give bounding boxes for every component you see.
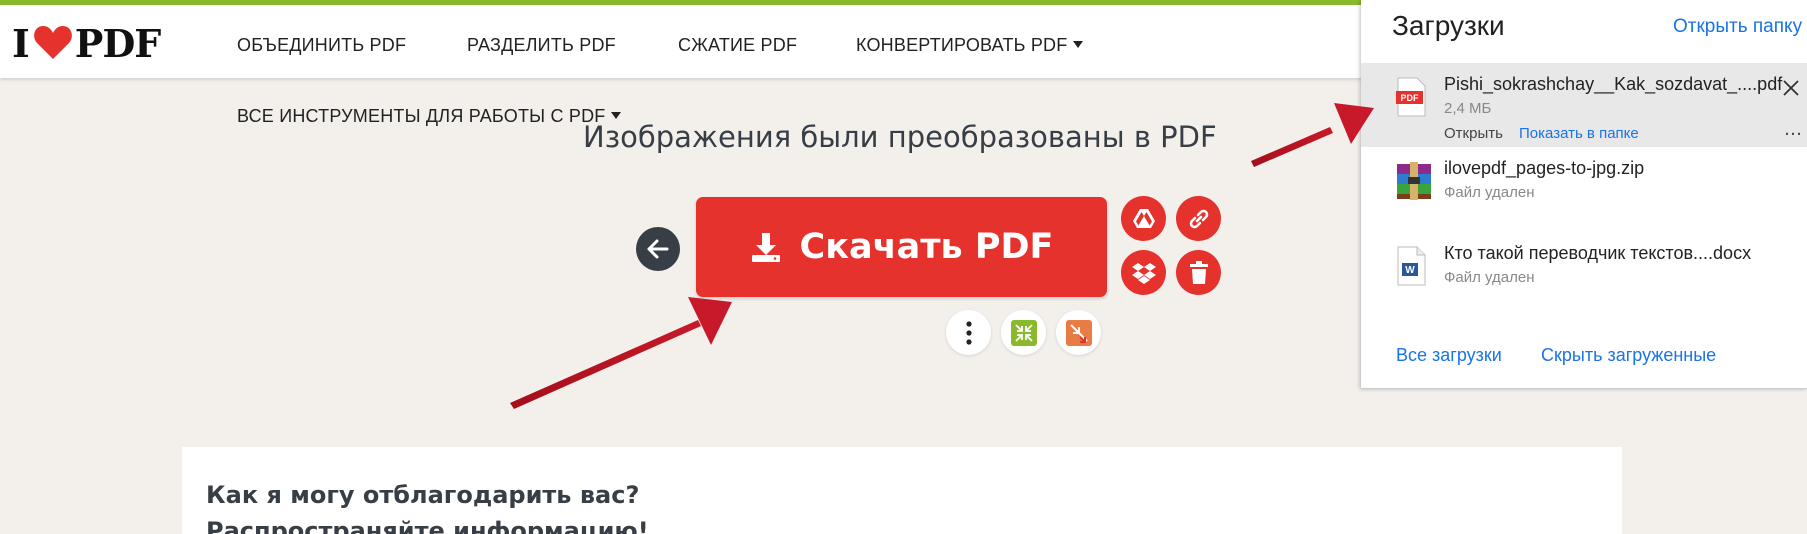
all-downloads-link[interactable]: Все загрузки [1396, 345, 1502, 366]
download-file-name: ilovepdf_pages-to-jpg.zip [1444, 158, 1645, 178]
convert-icon [1065, 319, 1092, 346]
download-file-name: Pishi_sokrashchay__Kak_sozdavat_....pdf [1444, 74, 1783, 94]
close-icon[interactable] [1782, 79, 1800, 97]
word-file-icon: W [1397, 246, 1426, 286]
download-item[interactable]: PDF Pishi_sokrashchay__Kak_sozdavat_....… [1361, 63, 1807, 147]
hide-downloaded-link[interactable]: Скрыть загруженные [1541, 345, 1716, 366]
vertical-dots-icon [965, 320, 972, 345]
pdf-file-icon: PDF [1396, 77, 1426, 117]
compress-icon [1010, 319, 1037, 346]
archive-file-icon [1397, 162, 1431, 200]
arrow-to-downloaded-file [1251, 103, 1374, 167]
download-file-status: Файл удален [1444, 269, 1535, 286]
nav-convert-label: КОНВЕРТИРОВАТЬ PDF [856, 35, 1068, 55]
nav-all-tools[interactable]: ВСЕ ИНСТРУМЕНТЫ ДЛЯ РАБОТЫ С PDF [237, 106, 622, 127]
save-to-google-drive-button[interactable] [1121, 196, 1166, 241]
back-button[interactable] [636, 227, 680, 271]
download-file-size: 2,4 МБ [1444, 100, 1492, 117]
download-file-status: Файл удален [1444, 184, 1535, 201]
svg-text:PDF: PDF [1401, 93, 1420, 103]
open-folder-link[interactable]: Открыть папку [1673, 16, 1802, 38]
dropbox-icon [1131, 262, 1156, 284]
downloads-panel: Загрузки Открыть папку PDF Pishi_sokrash… [1361, 0, 1807, 389]
nav-convert-pdf[interactable]: КОНВЕРТИРОВАТЬ PDF [856, 35, 1084, 56]
share-card-text: Как я могу отблагодарить вас? Распростра… [206, 481, 649, 534]
nav-split-pdf[interactable]: РАЗДЕЛИТЬ PDF [467, 35, 616, 56]
download-file-name: Кто такой переводчик текстов....docx [1444, 243, 1752, 263]
open-file-link[interactable]: Открыть [1444, 125, 1503, 142]
caret-down-icon [611, 112, 622, 119]
nav-all-tools-label: ВСЕ ИНСТРУМЕНТЫ ДЛЯ РАБОТЫ С PDF [237, 106, 606, 126]
link-icon [1189, 209, 1208, 228]
compress-pdf-button[interactable] [1001, 310, 1046, 355]
download-pdf-label: Скачать PDF [799, 227, 1054, 267]
downloads-title: Загрузки [1392, 10, 1505, 41]
more-horizontal-icon[interactable]: … [1784, 121, 1803, 139]
show-in-folder-link[interactable]: Показать в папке [1519, 125, 1639, 142]
svg-text:W: W [1405, 265, 1415, 276]
trash-icon [1189, 260, 1208, 284]
caret-down-icon [1073, 41, 1084, 48]
heart-icon [33, 26, 72, 59]
share-card: Как я могу отблагодарить вас? Распростра… [182, 447, 1622, 534]
ilovepdf-logo[interactable]: I PDF [12, 21, 161, 66]
page-title: Изображения были преобразованы в PDF [583, 120, 1217, 154]
convert-pdf-button[interactable] [1056, 310, 1101, 355]
download-item[interactable]: W Кто такой переводчик текстов....docx Ф… [1361, 232, 1807, 316]
delete-button[interactable] [1176, 250, 1221, 295]
nav-compress-pdf[interactable]: СЖАТИЕ PDF [678, 35, 797, 56]
download-item[interactable]: ilovepdf_pages-to-jpg.zip Файл удален [1361, 147, 1807, 231]
save-to-dropbox-button[interactable] [1121, 250, 1166, 295]
nav-merge-pdf[interactable]: ОБЪЕДИНИТЬ PDF [237, 35, 406, 56]
share-link-button[interactable] [1176, 196, 1221, 241]
google-drive-icon [1132, 208, 1155, 228]
arrow-left-icon [647, 239, 669, 259]
more-options-button[interactable] [946, 310, 991, 355]
download-icon [751, 233, 780, 262]
arrow-to-download-button [510, 297, 732, 409]
download-pdf-button[interactable]: Скачать PDF [696, 197, 1107, 297]
